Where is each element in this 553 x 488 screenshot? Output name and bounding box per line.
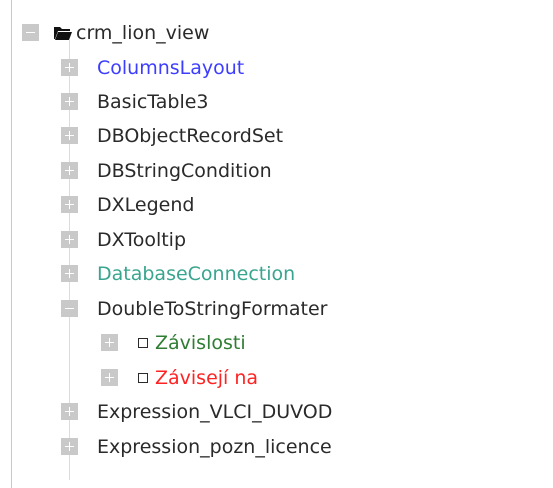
expand-icon[interactable]: [61, 93, 78, 110]
expand-icon[interactable]: [61, 162, 78, 179]
tree-node-databaseconnection[interactable]: DatabaseConnection: [0, 259, 553, 289]
tree-node-label: DBStringCondition: [97, 160, 272, 182]
folder-open-icon: [54, 27, 72, 40]
tree-node-label: DoubleToStringFormater: [97, 298, 328, 320]
tree-node-dbobjectrecordset[interactable]: DBObjectRecordSet: [0, 121, 553, 151]
expand-icon[interactable]: [61, 231, 78, 248]
tree-node-label: Závisejí na: [155, 367, 259, 389]
expand-icon[interactable]: [61, 196, 78, 213]
expand-icon[interactable]: [61, 403, 78, 420]
collapse-icon[interactable]: [22, 24, 39, 41]
tree-node-label: ColumnsLayout: [97, 57, 245, 79]
tree-node-label: Závislosti: [155, 332, 246, 354]
tree-node-label: crm_lion_view: [76, 22, 210, 44]
tree-view: crm_lion_view ColumnsLayout BasicTable3 …: [0, 0, 553, 488]
tree-node-label: DBObjectRecordSet: [97, 125, 284, 147]
expand-icon[interactable]: [101, 369, 118, 386]
tree-node-expression-pozn-licence[interactable]: Expression_pozn_licence: [0, 432, 553, 462]
expand-icon[interactable]: [61, 59, 78, 76]
tree-node-label: BasicTable3: [97, 91, 209, 113]
expand-icon[interactable]: [61, 265, 78, 282]
tree-node-root[interactable]: crm_lion_view: [0, 18, 553, 48]
collapse-icon[interactable]: [61, 300, 78, 317]
expand-icon[interactable]: [101, 334, 118, 351]
square-node-icon: [138, 373, 148, 383]
tree-node-doubletostringformater[interactable]: DoubleToStringFormater: [0, 294, 553, 324]
tree-node-label: DatabaseConnection: [97, 263, 296, 285]
tree-node-zavislosti[interactable]: Závislosti: [0, 328, 553, 358]
tree-node-dbstringcondition[interactable]: DBStringCondition: [0, 156, 553, 186]
expand-icon[interactable]: [61, 127, 78, 144]
tree-node-label: DXLegend: [97, 194, 195, 216]
tree-node-basictable3[interactable]: BasicTable3: [0, 87, 553, 117]
tree-node-dxlegend[interactable]: DXLegend: [0, 190, 553, 220]
tree-node-label: DXTooltip: [97, 229, 187, 251]
tree-node-columnslayout[interactable]: ColumnsLayout: [0, 53, 553, 83]
expand-icon[interactable]: [61, 438, 78, 455]
tree-node-label: Expression_VLCI_DUVOD: [97, 401, 333, 423]
tree-node-expression-vlci-duvod[interactable]: Expression_VLCI_DUVOD: [0, 397, 553, 427]
square-node-icon: [138, 338, 148, 348]
tree-node-zaviseji-na[interactable]: Závisejí na: [0, 363, 553, 393]
tree-node-dxtooltip[interactable]: DXTooltip: [0, 225, 553, 255]
tree-node-label: Expression_pozn_licence: [97, 436, 332, 458]
